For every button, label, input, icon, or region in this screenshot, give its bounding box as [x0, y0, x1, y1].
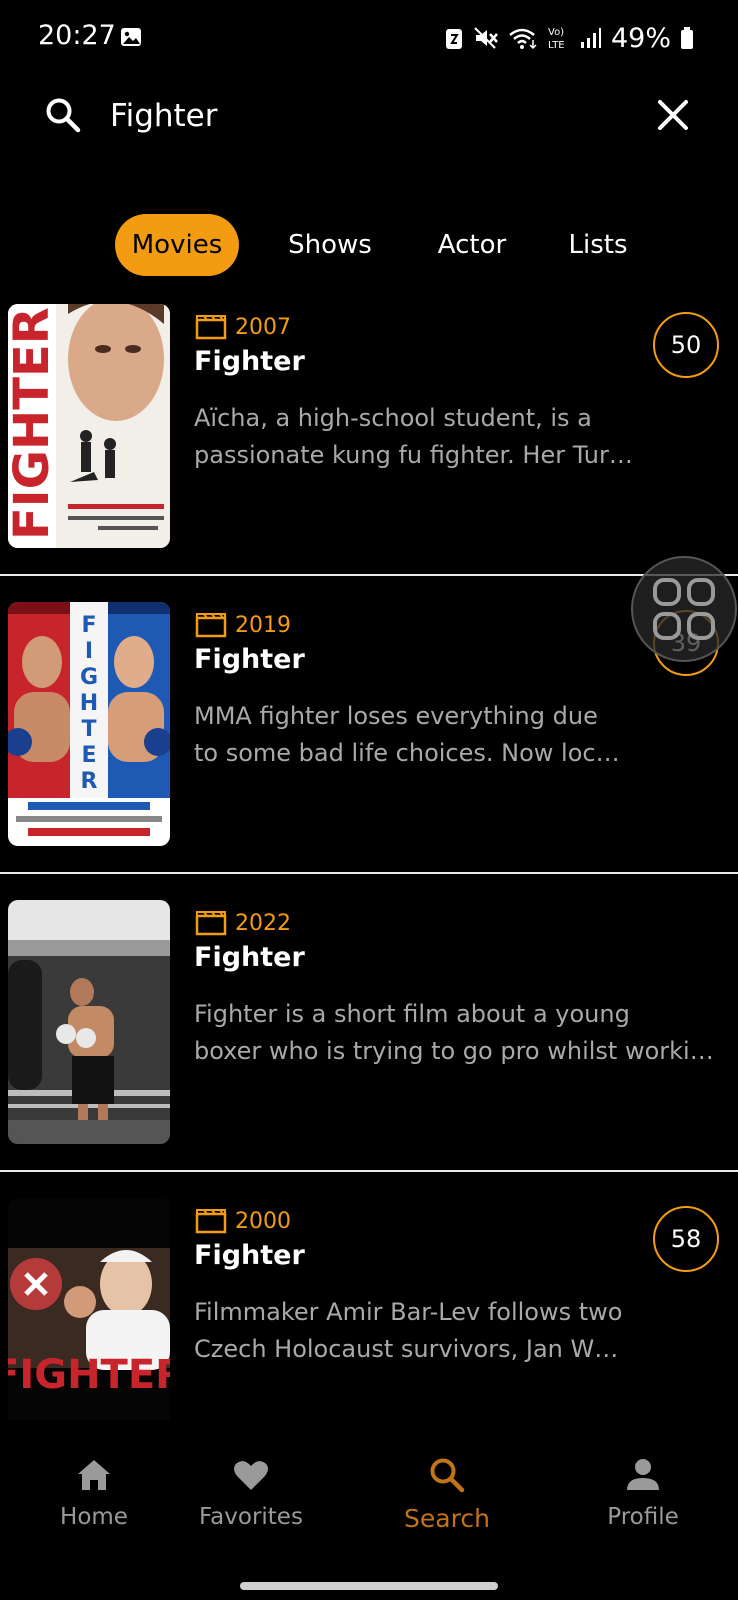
movie-poster: FIG HTER — [8, 602, 170, 846]
description-line: to some bad life choices. Now loc… — [194, 739, 620, 767]
gallery-notification-icon — [121, 28, 141, 46]
list-item[interactable]: 2022 Fighter Fighter is a short film abo… — [0, 900, 738, 1196]
movie-description: Aïcha, a high-school student, is a passi… — [194, 400, 734, 474]
year-label: 2007 — [195, 312, 291, 342]
person-icon — [627, 1459, 659, 1490]
search-icon — [430, 1458, 465, 1493]
clapperboard-icon — [195, 911, 227, 936]
svg-text:H: H — [80, 691, 98, 716]
movie-title: Fighter — [194, 644, 305, 675]
battery-icon — [681, 27, 693, 49]
description-line: boxer who is trying to go pro whilst wor… — [194, 1037, 714, 1065]
mute-icon — [474, 27, 498, 49]
svg-text:E: E — [81, 743, 96, 768]
year-text: 2007 — [235, 314, 291, 340]
home-indicator[interactable] — [240, 1582, 498, 1590]
close-icon[interactable] — [656, 98, 690, 132]
nav-profile[interactable]: Profile — [568, 1456, 718, 1530]
tab-shows[interactable]: Shows — [278, 214, 382, 276]
movie-description: Filmmaker Amir Bar-Lev follows two Czech… — [194, 1294, 734, 1368]
poster-title: FIGHTER — [8, 1352, 170, 1398]
svg-text:I: I — [85, 639, 93, 664]
volte-icon: Vo) LTE — [548, 27, 565, 51]
nav-favorites[interactable]: Favorites — [176, 1456, 326, 1530]
tab-lists[interactable]: Lists — [564, 214, 632, 276]
divider — [0, 1170, 738, 1172]
wifi-icon — [509, 28, 537, 50]
data-saver-icon — [445, 29, 462, 49]
year-text: 2022 — [235, 910, 291, 936]
status-time: 20:27 — [38, 20, 116, 51]
rating-badge: 58 — [653, 1206, 719, 1272]
nav-label: Search — [404, 1504, 490, 1533]
status-bar: 20:27 Vo) LTE 49% — [0, 0, 738, 78]
heart-icon — [234, 1461, 268, 1490]
nav-label: Home — [60, 1504, 128, 1530]
description-line: Aïcha, a high-school student, is a — [194, 404, 592, 432]
list-item[interactable]: FIGHTER 2007 Fighter Aïcha, a high-schoo… — [0, 304, 738, 600]
bottom-navigation: Home Favorites Search Profile — [0, 1420, 738, 1560]
description-line: Fighter is a short film about a young — [194, 1000, 630, 1028]
rating-badge: 50 — [653, 312, 719, 378]
poster-title: FIGHTER — [8, 307, 60, 540]
movie-title: Fighter — [194, 942, 305, 973]
clapperboard-icon — [195, 1209, 227, 1234]
list-item[interactable]: FIG HTER 2019 Fighter MMA fighter loses … — [0, 602, 738, 898]
search-input[interactable]: Fighter — [110, 96, 218, 136]
floating-menu-button[interactable] — [631, 556, 737, 662]
clapperboard-icon — [195, 613, 227, 638]
grid-icon — [653, 578, 715, 640]
movie-poster: FIGHTER — [8, 1198, 170, 1442]
movie-poster: FIGHTER — [8, 304, 170, 548]
tab-movies[interactable]: Movies — [115, 214, 239, 276]
svg-text:T: T — [81, 717, 96, 742]
status-icons: Vo) LTE 49% — [444, 20, 694, 56]
divider — [0, 574, 738, 576]
clapperboard-icon — [195, 315, 227, 340]
year-text: 2019 — [235, 612, 291, 638]
year-label: 2000 — [195, 1206, 291, 1236]
divider — [0, 872, 738, 874]
year-label: 2019 — [195, 610, 291, 640]
description-line: Filmmaker Amir Bar-Lev follows two — [194, 1298, 623, 1326]
battery-percent: 49% — [610, 22, 671, 54]
svg-text:Vo): Vo) — [548, 27, 564, 38]
svg-text:R: R — [81, 769, 98, 794]
svg-text:F: F — [81, 613, 96, 638]
signal-icon — [580, 28, 601, 48]
description-line: MMA fighter loses everything due — [194, 702, 598, 730]
movie-title: Fighter — [194, 346, 305, 377]
nav-home[interactable]: Home — [19, 1456, 169, 1530]
search-icon[interactable] — [44, 96, 82, 134]
movie-title: Fighter — [194, 1240, 305, 1271]
movie-poster — [8, 900, 170, 1144]
svg-text:G: G — [80, 665, 98, 690]
tab-actor[interactable]: Actor — [428, 214, 516, 276]
nav-label: Profile — [607, 1504, 679, 1530]
description-line: Czech Holocaust survivors, Jan W… — [194, 1335, 619, 1363]
year-text: 2000 — [235, 1208, 291, 1234]
nav-label: Favorites — [199, 1504, 303, 1530]
year-label: 2022 — [195, 908, 291, 938]
nav-search[interactable]: Search — [372, 1456, 522, 1533]
movie-description: MMA fighter loses everything due to some… — [194, 698, 734, 772]
home-icon — [78, 1460, 110, 1490]
movie-description: Fighter is a short film about a young bo… — [194, 996, 734, 1070]
description-line: passionate kung fu fighter. Her Tur… — [194, 441, 633, 469]
svg-text:LTE: LTE — [548, 40, 565, 51]
category-tabs: Movies Shows Actor Lists — [0, 214, 738, 276]
